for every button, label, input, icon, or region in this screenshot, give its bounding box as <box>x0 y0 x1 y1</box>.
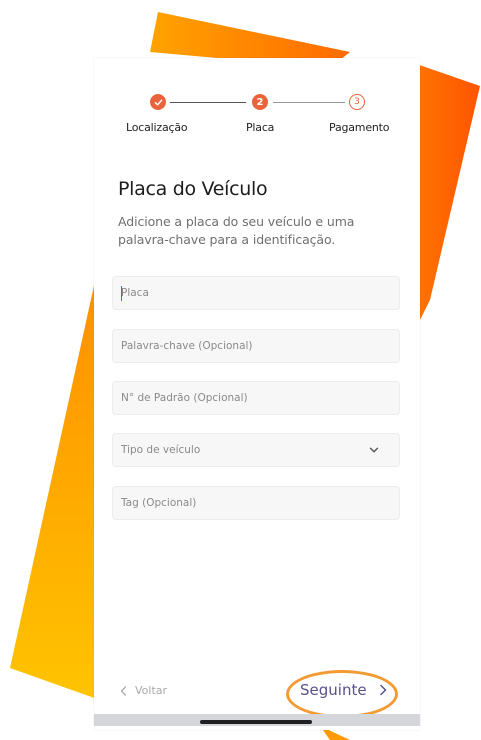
back-button[interactable]: Voltar <box>120 684 167 697</box>
text-caret <box>121 286 122 301</box>
chevron-left-icon <box>120 685 127 696</box>
page-subtitle: Adicione a placa do seu veículo e uma pa… <box>118 214 355 247</box>
tag-field[interactable] <box>112 486 400 520</box>
step-connector-1 <box>170 102 246 103</box>
placa-field[interactable] <box>112 276 400 310</box>
step-connector-2 <box>273 102 345 103</box>
step-label-pagamento: Pagamento <box>329 121 390 134</box>
step-label-placa: Placa <box>246 121 275 134</box>
back-label: Voltar <box>135 684 168 697</box>
padrao-input[interactable] <box>113 382 399 414</box>
padrao-field[interactable] <box>112 381 400 415</box>
step-localizacao-dot <box>150 94 166 110</box>
step-pagamento-dot: 3 <box>349 94 365 110</box>
palavra-chave-input[interactable] <box>113 330 399 362</box>
step-label-localizacao: Localização <box>126 121 188 134</box>
chevron-right-icon <box>379 684 386 696</box>
home-indicator[interactable] <box>200 720 312 724</box>
step-placa-dot: 2 <box>252 94 268 110</box>
palavra-chave-field[interactable] <box>112 329 400 363</box>
page-title: Placa do Veículo <box>118 178 268 200</box>
screen: 2 3 Localização Placa Pagamento Placa do… <box>0 0 481 740</box>
next-button[interactable]: Seguinte <box>300 681 387 699</box>
tipo-veiculo-select[interactable]: Tipo de veículo <box>112 433 400 467</box>
chevron-down-icon <box>369 447 379 453</box>
tipo-veiculo-placeholder: Tipo de veículo <box>121 444 201 456</box>
check-icon <box>154 99 162 105</box>
placa-input[interactable] <box>113 277 399 309</box>
tag-input[interactable] <box>113 487 399 519</box>
next-label: Seguinte <box>300 681 367 699</box>
